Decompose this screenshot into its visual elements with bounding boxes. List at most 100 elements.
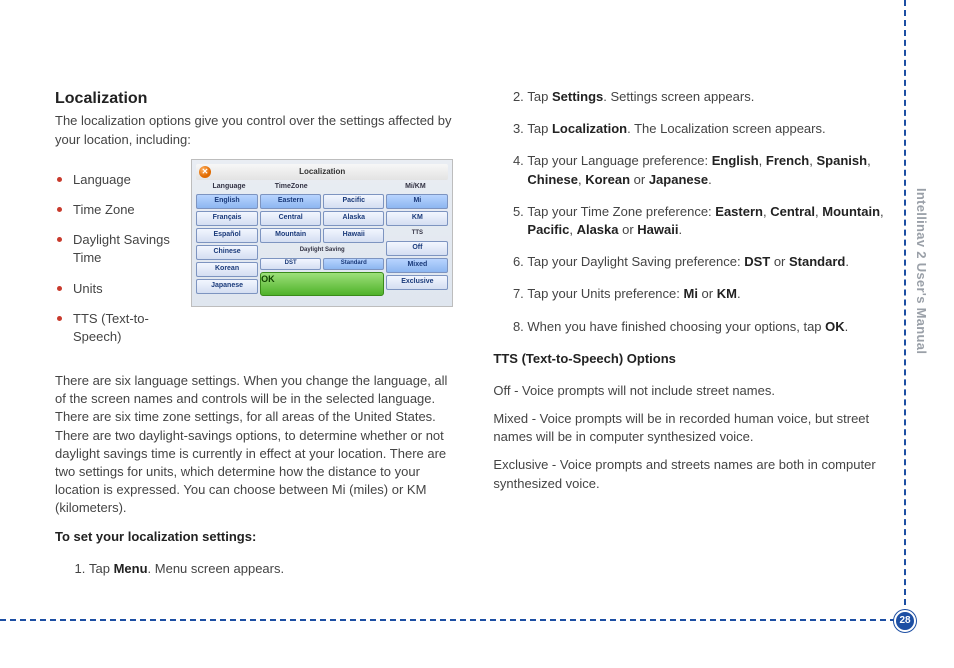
localization-bullet-list: Language Time Zone Daylight Savings Time… [55, 159, 175, 358]
fig-btn-standard: Standard [323, 258, 384, 270]
fig-hdr-blank [322, 182, 384, 192]
fig-btn-english: English [196, 194, 258, 209]
step-2-pre: Tap [527, 89, 552, 104]
step-7-pre: Tap your Units preference: [527, 286, 683, 301]
fig-btn-alaska: Alaska [323, 211, 384, 226]
fig-daylight-label: Daylight Saving [260, 245, 384, 256]
steps-list-right: Tap Settings. Settings screen appears. T… [493, 88, 884, 336]
localization-row: Language Time Zone Daylight Savings Time… [55, 159, 453, 358]
figure-titlebar: ✕ Localization [196, 164, 448, 180]
fig-btn-eastern: Eastern [260, 194, 321, 209]
figure-grid: English Français Español Chinese Korean … [196, 194, 448, 302]
left-column: Localization The localization options gi… [55, 88, 453, 608]
tts-exclusive-desc: Exclusive - Voice prompts and streets na… [493, 456, 884, 492]
step-3: Tap Localization. The Localization scree… [527, 120, 884, 138]
step-6-standard: Standard [789, 254, 845, 269]
fig-btn-ok: OK [260, 272, 384, 296]
fig-btn-francais: Français [196, 211, 258, 226]
step-6-pre: Tap your Daylight Saving preference: [527, 254, 744, 269]
fig-btn-mountain: Mountain [260, 228, 321, 243]
localization-body: There are six language settings. When yo… [55, 372, 453, 518]
fig-btn-korean: Korean [196, 262, 258, 277]
figure-column-headers: Language TimeZone Mi/KM [196, 182, 448, 194]
step-8-post: . [845, 319, 849, 334]
fig-btn-dst: DST [260, 258, 321, 270]
bullet-timezone: Time Zone [73, 201, 175, 219]
step-5-hawaii: Hawaii [637, 222, 678, 237]
step-4-pre: Tap your Language preference: [527, 153, 711, 168]
dashed-rule-horizontal [0, 619, 906, 621]
tts-mixed-desc: Mixed - Voice prompts will be in recorde… [493, 410, 884, 446]
fig-tts-label: TTS [386, 228, 448, 239]
fig-btn-km: KM [386, 211, 448, 226]
section-title-localization: Localization [55, 88, 453, 110]
step-5-alaska: Alaska [577, 222, 619, 237]
tts-heading: TTS (Text-to-Speech) Options [493, 350, 884, 368]
step-8-pre: When you have finished choosing your opt… [527, 319, 825, 334]
step-2-bold: Settings [552, 89, 603, 104]
step-4: Tap your Language preference: English, F… [527, 152, 884, 188]
step-4-french: French [766, 153, 809, 168]
step-4-spanish: Spanish [816, 153, 867, 168]
fig-col-units: Mi KM TTS Off Mixed Exclusive [386, 194, 448, 302]
step-4-korean: Korean [585, 172, 630, 187]
fig-btn-mi: Mi [386, 194, 448, 209]
fig-btn-off: Off [386, 241, 448, 256]
page-number-badge: 28 [894, 610, 916, 632]
fig-btn-exclusive: Exclusive [386, 275, 448, 290]
step-5-eastern: Eastern [715, 204, 763, 219]
page-content: Localization The localization options gi… [0, 0, 954, 668]
step-5-pre: Tap your Time Zone preference: [527, 204, 715, 219]
fig-btn-chinese: Chinese [196, 245, 258, 260]
step-2: Tap Settings. Settings screen appears. [527, 88, 884, 106]
step-7-km: KM [717, 286, 737, 301]
tts-off-desc: Off - Voice prompts will not include str… [493, 382, 884, 400]
step-5-central: Central [770, 204, 815, 219]
fig-btn-japanese: Japanese [196, 279, 258, 294]
step-3-post: . The Localization screen appears. [627, 121, 826, 136]
set-localization-heading: To set your localization settings: [55, 528, 453, 546]
bullet-language: Language [73, 171, 175, 189]
step-3-pre: Tap [527, 121, 552, 136]
step-1-pre: Tap [89, 561, 114, 576]
step-6: Tap your Daylight Saving preference: DST… [527, 253, 884, 271]
fig-btn-mixed: Mixed [386, 258, 448, 273]
fig-hdr-units: Mi/KM [384, 182, 446, 192]
step-7: Tap your Units preference: Mi or KM. [527, 285, 884, 303]
step-6-post: . [845, 254, 849, 269]
step-2-post: . Settings screen appears. [603, 89, 754, 104]
fig-btn-espanol: Español [196, 228, 258, 243]
fig-btn-pacific: Pacific [323, 194, 384, 209]
figure-title: Localization [299, 166, 345, 177]
dashed-rule-vertical [904, 0, 906, 625]
step-4-english: English [712, 153, 759, 168]
step-7-mi: Mi [683, 286, 697, 301]
fig-col-language: English Français Español Chinese Korean … [196, 194, 258, 302]
side-tab-title: Intellinav 2 User's Manual [912, 188, 930, 354]
step-5-post: . [678, 222, 682, 237]
step-1-bold: Menu [114, 561, 148, 576]
step-4-post: . [708, 172, 712, 187]
step-6-dst: DST [744, 254, 770, 269]
bullet-dst: Daylight Savings Time [73, 231, 175, 267]
steps-list-left: Tap Menu. Menu screen appears. [55, 560, 453, 578]
step-7-post: . [737, 286, 741, 301]
bullet-units: Units [73, 280, 175, 298]
step-8: When you have finished choosing your opt… [527, 318, 884, 336]
fig-hdr-timezone: TimeZone [260, 182, 322, 192]
step-5: Tap your Time Zone preference: Eastern, … [527, 203, 884, 239]
localization-intro: The localization options give you contro… [55, 112, 453, 148]
fig-col-middle: Eastern Pacific Central Alaska Mountain … [260, 194, 384, 302]
fig-btn-hawaii: Hawaii [323, 228, 384, 243]
step-4-chinese: Chinese [527, 172, 578, 187]
right-column: Tap Settings. Settings screen appears. T… [493, 88, 884, 608]
step-4-japanese: Japanese [649, 172, 708, 187]
step-8-ok: OK [825, 319, 845, 334]
step-3-bold: Localization [552, 121, 627, 136]
step-5-mountain: Mountain [822, 204, 880, 219]
step-1: Tap Menu. Menu screen appears. [89, 560, 453, 578]
step-5-pacific: Pacific [527, 222, 569, 237]
fig-hdr-language: Language [198, 182, 260, 192]
close-icon: ✕ [199, 166, 211, 178]
fig-btn-central: Central [260, 211, 321, 226]
